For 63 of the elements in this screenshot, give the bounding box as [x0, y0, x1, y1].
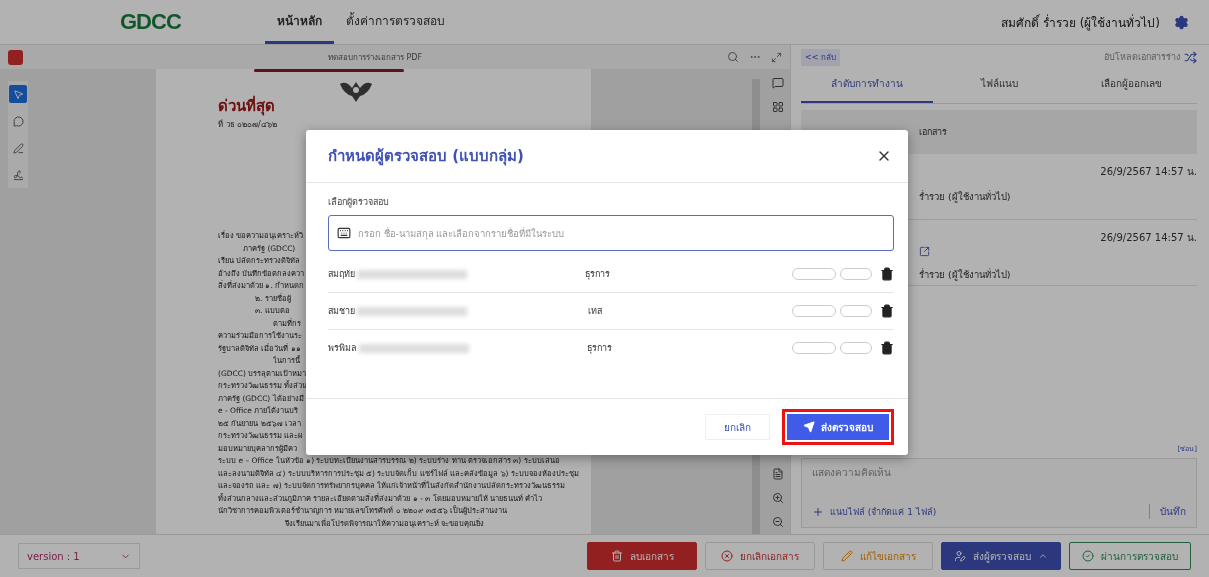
panel-tab[interactable]: ลำดับการทำงาน [801, 69, 933, 103]
zoom-out-icon[interactable] [772, 516, 784, 528]
field-label: เลือกผู้ตรวจสอบ [328, 196, 390, 209]
reviewer-name: สมชาย [328, 305, 355, 318]
user-icon [954, 550, 966, 562]
signature-icon [12, 169, 24, 181]
comment-icon [12, 115, 24, 127]
dialog-title: กำหนดผู้ตรวจสอบ (แบบกลุ่ม) [328, 146, 524, 168]
reviewer-position: เทส [588, 305, 602, 318]
reference-number: ที่ วธ ๐๒๐๗/๔๖๒ [218, 118, 278, 131]
delete-icon[interactable] [880, 304, 894, 318]
action-button[interactable]: ผ่านการตรวจสอบ [1069, 542, 1191, 570]
upload-link[interactable]: อัปโหลดเอกสารร่าง [1104, 50, 1180, 64]
reviewer-name: สมฤทัย [328, 268, 355, 281]
action-button[interactable]: ยกเลิกเอกสาร [705, 542, 815, 570]
document-icon[interactable] [772, 468, 784, 480]
reviewer-search-field[interactable]: กรอก ชื่อ-นามสกุล และเลือกจากรายชื่อที่มีในระบบ [328, 215, 894, 251]
reviewer-name: พรพิมล [328, 342, 357, 355]
trash-icon [610, 550, 623, 562]
panel-tab[interactable]: เลือกผู้ออกเลข [1065, 69, 1197, 103]
shuffle-icon[interactable] [1184, 50, 1197, 64]
back-link[interactable]: << กลับ [801, 48, 840, 66]
pointer-tool[interactable] [9, 85, 27, 103]
keyboard-icon [337, 226, 351, 240]
thumbnails-icon[interactable] [772, 101, 784, 113]
comments-icon[interactable] [772, 77, 784, 89]
settings-icon[interactable] [1174, 14, 1189, 30]
save-link[interactable]: บันทึก [1149, 504, 1186, 519]
panel-tab[interactable]: ไฟล์แนบ [933, 69, 1065, 103]
pointer-icon [12, 88, 24, 100]
action-button[interactable]: ส่งผู้ตรวจสอบ [941, 542, 1061, 570]
plus-icon [812, 505, 824, 518]
delete-icon[interactable] [880, 341, 894, 355]
comment-field[interactable]: แสดงความคิดเห็น [812, 467, 1186, 478]
pen-icon [12, 142, 24, 154]
caret-icon [1038, 551, 1048, 561]
entry-user: ร่ำรวย (ผู้ใช้งานทั่วไป) [919, 189, 1012, 204]
entry-user: ร่ำรวย (ผู้ใช้งานทั่วไป) [919, 267, 1012, 282]
urgency-text: ด่วนที่สุด [218, 94, 276, 118]
attach-file-link[interactable]: แนบไฟล์ (จำกัดแค่ 1 ไฟล์) [812, 504, 937, 519]
entry-date: 26/9/2567 14:57 น. [1100, 165, 1197, 179]
check-circle-icon [1082, 550, 1094, 562]
x-circle-icon [721, 550, 733, 562]
logo: GDCC [120, 9, 182, 35]
subject-text: เอกสาร [919, 126, 947, 139]
cancel-button[interactable]: ยกเลิก [705, 414, 770, 440]
send-icon [803, 421, 815, 433]
version-select[interactable]: version : 1 [18, 543, 140, 569]
delete-icon[interactable] [880, 267, 894, 281]
reviewer-position: ธุรการ [587, 342, 612, 355]
zoom-in-icon[interactable] [772, 492, 784, 504]
user-name: สมศักดิ์ ร่ำรวย (ผู้ใช้งานทั่วไป) [1001, 13, 1160, 32]
nav-tab[interactable]: ตั้งค่าการตรวจสอบ [334, 0, 457, 44]
reviewer-position: ธุรการ [585, 268, 610, 281]
expand-icon[interactable] [771, 51, 782, 63]
pdf-icon [8, 49, 23, 65]
search-icon[interactable] [727, 51, 739, 63]
action-button[interactable]: ลบเอกสาร [587, 542, 697, 570]
pencil-icon [840, 550, 853, 562]
entry-date: 26/9/2567 14:57 น. [1100, 231, 1197, 245]
external-link-icon[interactable] [919, 246, 930, 257]
submit-button[interactable]: ส่งตรวจสอบ [787, 414, 889, 440]
document-title: ทดสอบการร่างเอกสาร PDF [326, 51, 424, 64]
